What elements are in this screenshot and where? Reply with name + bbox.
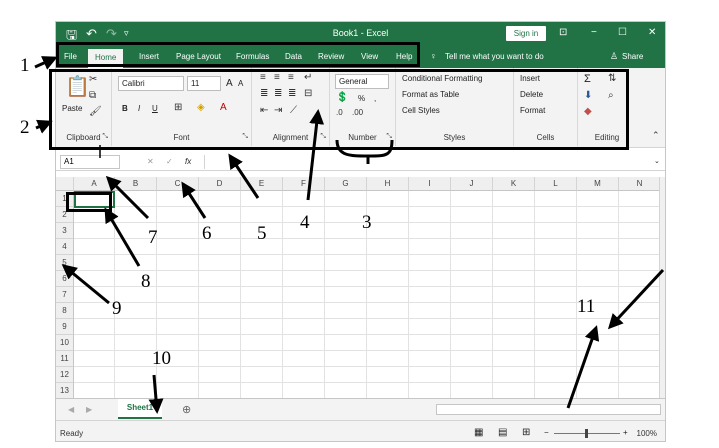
column-header-b[interactable]: B [115, 177, 157, 191]
row-header-12[interactable]: 12 [56, 367, 74, 383]
insert-function-icon[interactable]: fx [185, 157, 191, 166]
arrow-2 [35, 119, 53, 134]
callout-number-3: 3 [362, 212, 372, 233]
callout-number-4: 4 [300, 212, 310, 233]
zoom-level[interactable]: 100% [637, 429, 657, 438]
row-header-13[interactable]: 13 [56, 383, 74, 398]
column-header-f[interactable]: F [283, 177, 325, 191]
callout-number-11: 11 [577, 296, 596, 317]
row-header-6[interactable]: 6 [56, 271, 74, 287]
callout-box-tabs [56, 42, 420, 67]
restore-button[interactable]: ☐ [618, 27, 627, 38]
zoom-slider-thumb[interactable] [585, 429, 588, 438]
add-sheet-button[interactable]: ⊕ [182, 403, 191, 416]
prev-sheet-icon[interactable]: ◀ [68, 405, 74, 414]
column-header-a[interactable]: A [74, 177, 115, 191]
share-icon[interactable]: ♙ [610, 51, 618, 62]
page-break-view-icon[interactable]: ⊞ [522, 427, 530, 438]
next-sheet-icon[interactable]: ▶ [86, 405, 92, 414]
row-header-3[interactable]: 3 [56, 223, 74, 239]
share-button[interactable]: Share [622, 52, 643, 61]
gridline-horizontal [74, 270, 659, 271]
sheet-tab[interactable]: Sheet1 [118, 399, 162, 419]
callout-number-6: 6 [202, 223, 212, 244]
callout-number-5: 5 [257, 223, 267, 244]
callout-number-2: 2 [20, 117, 30, 138]
close-button[interactable]: ✕ [648, 27, 656, 38]
column-header-d[interactable]: D [199, 177, 241, 191]
tell-me-box[interactable]: Tell me what you want to do [445, 52, 544, 61]
zoom-out-button[interactable]: − [544, 428, 549, 437]
callout-number-1: 1 [20, 55, 30, 76]
column-header-j[interactable]: J [451, 177, 493, 191]
callout-box-ribbon [49, 69, 629, 150]
column-header-k[interactable]: K [493, 177, 535, 191]
column-header-n[interactable]: N [619, 177, 659, 191]
gridline-horizontal [74, 238, 659, 239]
callout-number-9: 9 [112, 298, 122, 319]
sheet-tab-bar: ◀ ▶ Sheet1 ⊕ [56, 398, 665, 420]
column-header-e[interactable]: E [241, 177, 283, 191]
sign-in-button[interactable]: Sign in [506, 26, 546, 41]
status-bar: Ready ▦ ▤ ⊞ − + 100% [56, 420, 665, 441]
select-all-corner[interactable] [56, 177, 74, 191]
gridline-horizontal [74, 334, 659, 335]
row-header-8[interactable]: 8 [56, 303, 74, 319]
row-header-10[interactable]: 10 [56, 335, 74, 351]
vertical-scrollbar[interactable] [659, 177, 665, 398]
lightbulb-icon: ♀ [430, 51, 437, 61]
page-layout-view-icon[interactable]: ▤ [498, 427, 507, 438]
column-header-m[interactable]: M [577, 177, 619, 191]
status-ready: Ready [60, 429, 84, 438]
cancel-icon[interactable]: ✕ [147, 157, 154, 166]
gridline-horizontal [74, 254, 659, 255]
ribbon-display-icon[interactable]: ⊡ [559, 27, 567, 38]
normal-view-icon[interactable]: ▦ [474, 427, 483, 438]
collapse-ribbon-icon[interactable]: ⌃ [652, 130, 660, 141]
minimize-button[interactable]: − [591, 27, 597, 38]
zoom-in-button[interactable]: + [623, 428, 628, 437]
row-header-11[interactable]: 11 [56, 351, 74, 367]
gridline-horizontal [74, 382, 659, 383]
horizontal-scrollbar[interactable] [436, 404, 661, 415]
formula-bar: A1 ✕ ✓ fx ⌄ [56, 153, 665, 171]
row-header-5[interactable]: 5 [56, 255, 74, 271]
expand-formula-icon[interactable]: ⌄ [654, 157, 660, 165]
column-header-l[interactable]: L [535, 177, 577, 191]
row-header-7[interactable]: 7 [56, 287, 74, 303]
callout-number-10: 10 [152, 348, 171, 369]
column-header-c[interactable]: C [157, 177, 199, 191]
row-header-4[interactable]: 4 [56, 239, 74, 255]
callout-box-active-cell [66, 192, 112, 212]
column-header-i[interactable]: I [409, 177, 451, 191]
gridline-horizontal [74, 206, 659, 207]
formula-input[interactable] [204, 155, 644, 169]
column-header-h[interactable]: H [367, 177, 409, 191]
row-header-9[interactable]: 9 [56, 319, 74, 335]
name-box[interactable]: A1 [60, 155, 120, 169]
document-title: Book1 - Excel [332, 28, 389, 38]
column-header-g[interactable]: G [325, 177, 367, 191]
gridline-horizontal [74, 302, 659, 303]
gridline-horizontal [74, 286, 659, 287]
arrow-1 [34, 56, 58, 70]
gridline-horizontal [74, 318, 659, 319]
enter-icon[interactable]: ✓ [166, 157, 173, 166]
callout-number-7: 7 [148, 227, 158, 248]
callout-number-8: 8 [141, 271, 151, 292]
